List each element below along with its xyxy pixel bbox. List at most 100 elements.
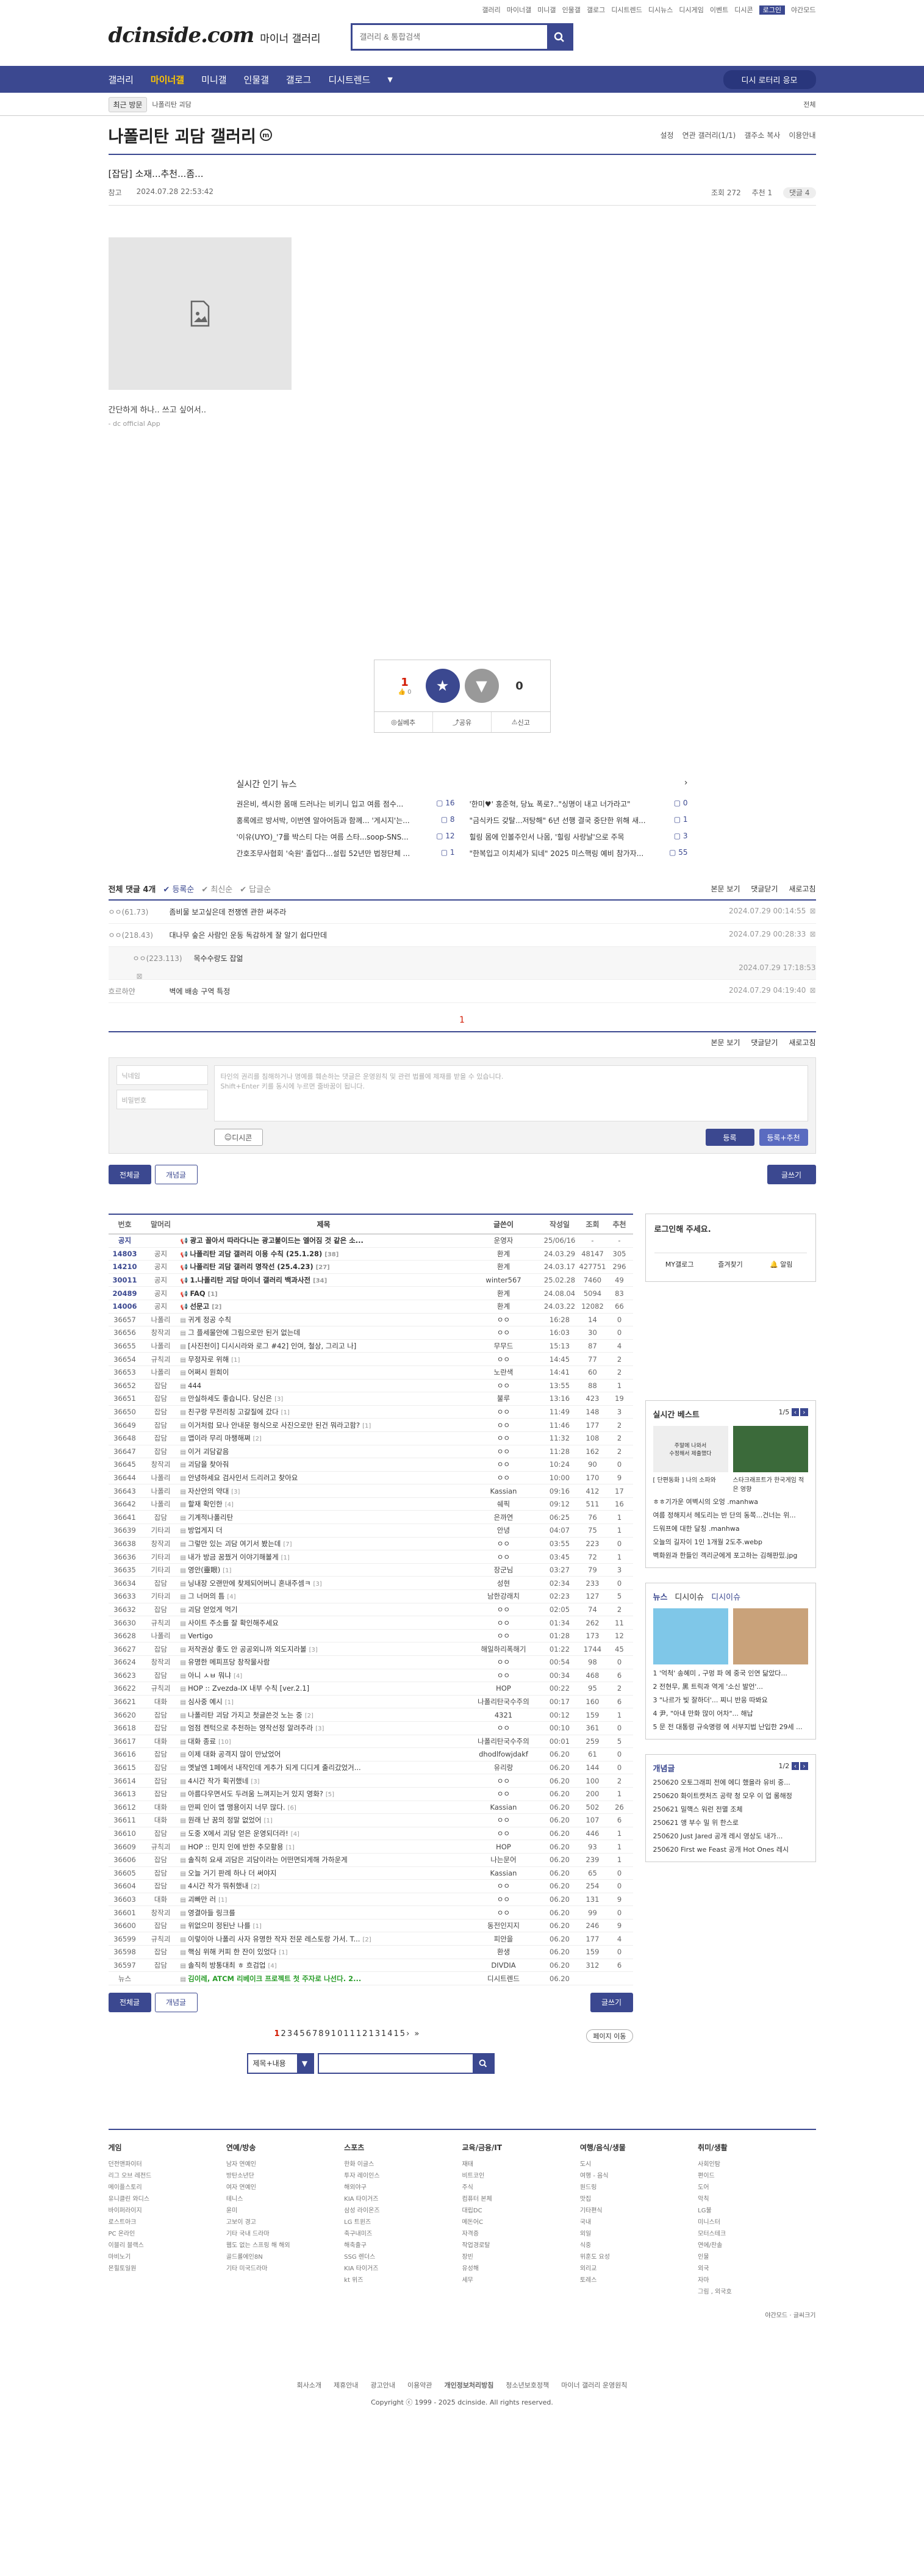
row-title-text[interactable]: HOP :: Zvezda-IX 내부 수칙 [ver.2.1] (188, 1684, 309, 1693)
comment-submit-recommend-button[interactable]: 등록+추천 (759, 1129, 808, 1146)
row-title-text[interactable]: 어쩌시 원희이 (188, 1368, 229, 1376)
font-size-toggle[interactable]: 글씨크기 (793, 2312, 816, 2319)
news-item-title[interactable]: 권은비, 섹시한 몸매 드러나는 비키니 입고 여름 점수... (237, 799, 404, 809)
page-link[interactable]: 10 (331, 2029, 344, 2038)
row-title-text[interactable]: 선문고 (190, 1302, 209, 1311)
nav-item-3[interactable]: 인물갤 (244, 73, 269, 86)
report-button[interactable]: ⚠ 신고 (492, 712, 550, 732)
row-title-text[interactable]: 이거처럼 묘나 안내문 형식으로 사진으로만 된건 뭐라고함? (188, 1421, 360, 1430)
row-title[interactable]: ▤ 아름다우면서도 두려움 느껴지는거 있지 영화? [5] (181, 1789, 467, 1799)
refresh-comments-link[interactable]: 새로고침 (789, 885, 815, 893)
row-title[interactable]: ▤ 이렇이아 나폴리 사자 유명한 작자 전문 레스토랑 가서. T... [2] (181, 1934, 467, 1944)
row-title[interactable]: 📢 1.나폴리탄 괴담 마이너 갤러리 백과사전 [34] (181, 1275, 467, 1285)
row-title-text[interactable]: 그 플세물안에 그림으로만 된거 없는데 (188, 1328, 300, 1337)
footer-link[interactable]: 위훈도 요성 (580, 2251, 698, 2261)
row-comment-count[interactable]: [2] (251, 1883, 259, 1890)
sort-tab-register[interactable]: ✔ 등록순 (163, 883, 194, 894)
search-input[interactable] (352, 25, 547, 49)
row-writer[interactable]: 노란색 (467, 1367, 540, 1377)
write-button[interactable]: 글쓰기 (767, 1165, 816, 1184)
footer-link[interactable]: 대립DC (462, 2205, 579, 2214)
row-comment-count[interactable]: [10] (218, 1739, 231, 1746)
row-comment-count[interactable]: [4] (268, 1963, 277, 1970)
row-title-text[interactable]: 심사중 예시 (188, 1697, 223, 1706)
row-writer[interactable]: 은까연 (467, 1513, 540, 1522)
footer-link[interactable]: 바이퍼라이지 (109, 2205, 226, 2214)
nav-item-1[interactable]: 마이너갤 (151, 73, 184, 86)
page-link[interactable]: 1 (274, 2029, 281, 2038)
side-news-item[interactable]: 5 문 전 대통령 규숙명령 에 서부지법 난입한 29세 ... (653, 1722, 808, 1732)
row-writer[interactable]: ㅇㅇ (467, 1631, 540, 1641)
best-caption-2[interactable]: 스타크래프트가 한국게임 적은 영향 (733, 1475, 808, 1493)
footer-link[interactable]: 식중 (580, 2240, 698, 2249)
table-row[interactable]: 36651 잡담 ▤ 만실하세도 좋습니다. 당신은 [3] 불루 13:16 423 19 (108, 1392, 633, 1406)
page-link[interactable]: 3 (287, 2029, 293, 2038)
page-link[interactable]: 15 (394, 2029, 407, 2038)
best-item[interactable]: 오늘의 길자이 1인 1개월 2도추.webp (653, 1537, 808, 1547)
row-title[interactable]: ▤ [사진천이] 디시시라와 로그 #42] 인여, 철상, 그리고 나] (181, 1341, 467, 1351)
comment-nick[interactable]: 흐르하얀 (109, 986, 170, 996)
row-comment-count[interactable]: [1] (264, 1818, 273, 1824)
footer-link[interactable]: 도어 (698, 2182, 815, 2191)
row-title[interactable]: ▤ 만찌 인이 앱 맹용이지 너무 많다. [6] (181, 1802, 467, 1812)
table-row[interactable]: 36639 기타괴 ▤ 방업게지 더 안녕 04:07 75 1 (108, 1524, 633, 1538)
row-title-text[interactable]: 친구랑 무전리칭 고갈질에 갔다 (188, 1408, 279, 1416)
comment-submit-button[interactable]: 등록 (705, 1129, 754, 1146)
footer-link[interactable]: 외리교 (580, 2263, 698, 2272)
search-button[interactable] (546, 25, 571, 49)
row-writer[interactable]: Kassian (467, 1487, 540, 1495)
row-title-text[interactable]: 그렇만 있는 괴담 여기서 봤는데 (188, 1539, 281, 1548)
footer-link[interactable]: 해축출구 (344, 2240, 462, 2249)
row-title-text[interactable]: 안녕하세요 검사인서 드리러고 찾아요 (188, 1473, 298, 1482)
table-row[interactable]: 36633 기타괴 ▤ 그 너머의 틈 [4] 남한강래치 02:23 127 5 (108, 1590, 633, 1603)
table-row[interactable]: 36645 창작괴 ▤ 괴담을 찾아줘 ㅇㅇ 10:24 90 0 (108, 1458, 633, 1472)
downvote-button[interactable]: ▼ (464, 669, 499, 703)
delete-icon[interactable]: ⊠ (137, 972, 143, 980)
page-link[interactable]: 12 (356, 2029, 369, 2038)
row-writer[interactable]: HOP (467, 1843, 540, 1851)
row-title-text[interactable]: 이렇이아 나폴리 사자 유명한 작자 전문 레스토랑 가서. T... (188, 1935, 360, 1943)
table-row[interactable]: 36634 잡담 ▤ 닝내장 오랜만에 찾제되어버니 혼내주셈ㅋ [3] 성현 02:34… (108, 1577, 633, 1591)
news-item[interactable]: "금식카드 갖탈...저탕해" 6년 선행 결국 중단한 위해 새... ▢ 1 (470, 815, 688, 826)
news-item[interactable]: '한미♥' 홍준혁, 당뇨 폭로?.."싱명이 내고 너가라고" ▢ 0 (470, 799, 688, 809)
footer-heading[interactable]: 여행/음식/생물 (580, 2142, 698, 2153)
table-row[interactable]: 36622 규칙괴 ▤ HOP :: Zvezda-IX 내부 수칙 [ver.2.… (108, 1682, 633, 1696)
footer-link[interactable]: KIA 타이거즈 (344, 2263, 462, 2272)
all-link[interactable]: 전체 (803, 99, 815, 109)
row-title[interactable]: ▤ 그렇만 있는 괴담 여기서 봤는데 [7] (181, 1539, 467, 1549)
news-item-title[interactable]: "한복입고 이치세가 되네" 2025 미스핵링 예비 참가자... (470, 848, 644, 858)
best-item[interactable]: 드워프에 대한 달칭 .manhwa (653, 1524, 808, 1533)
util-link[interactable]: 미니갤 (537, 6, 556, 14)
row-title-text[interactable]: HOP :: 민치 인에 반한 추모활용 (188, 1843, 283, 1851)
row-writer[interactable]: 환계 (467, 1262, 540, 1272)
row-comment-count[interactable]: [3] (315, 1725, 324, 1732)
row-title[interactable]: ▤ 나폴리탄 괴담 가지고 첫글쓴것 노는 중 [2] (181, 1710, 467, 1720)
title-link[interactable]: 이용안내 (789, 131, 815, 140)
table-row[interactable]: 36623 잡담 ▤ 아니 ㅅㅂ 뭐냐 [4] ㅇㅇ 00:34 468 6 (108, 1669, 633, 1683)
news-item-title[interactable]: 힐링 몸에 인볼주인서 나몸, '힐링 사랑날'으로 주목 (470, 832, 625, 842)
table-row[interactable]: 36604 잡담 ▤ 4시간 작가 뭐취했내 [2] ㅇㅇ 06.20 254 0 (108, 1880, 633, 1893)
table-row[interactable]: 36600 잡담 ▤ 위없으미 정된난 나를 [1] 동전인지지 06.20 246 9 (108, 1919, 633, 1933)
row-title[interactable]: 📢 나폴리탄 괴담 갤러리 명작선 (25.4.23) [27] (181, 1262, 467, 1272)
row-writer[interactable]: 불루 (467, 1394, 540, 1403)
row-title[interactable]: ▤ 옛날엔 1페에서 내작인데 게추가 되게 디디게 출리갔었거... (181, 1763, 467, 1772)
row-writer[interactable]: ㅇㅇ (467, 1776, 540, 1786)
table-row[interactable]: 36657 나폴리 ▤ 귀게 정공 수칙 ㅇㅇ 16:28 14 0 (108, 1314, 633, 1327)
footer-link[interactable]: 비트코인 (462, 2170, 579, 2179)
row-writer[interactable]: ㅇㅇ (467, 1539, 540, 1549)
row-title[interactable]: ▤ 그 너머의 틈 [4] (181, 1591, 467, 1601)
row-writer[interactable]: 무무드 (467, 1341, 540, 1351)
footer-link[interactable]: SSG 렌더스 (344, 2251, 462, 2261)
row-comment-count[interactable]: [4] (227, 1594, 235, 1600)
concept-item[interactable]: 250620 오토그래피 전에 에디 했을라 유비 중... (653, 1777, 808, 1787)
recent-visit-chip[interactable]: 최근 방문 (108, 96, 148, 112)
table-row[interactable]: 36644 나폴리 ▤ 안녕하세요 검사인서 드리러고 찾아요 ㅇㅇ 10:00 170 9 (108, 1472, 633, 1485)
footer-link[interactable]: 도시 (580, 2159, 698, 2168)
row-title-text[interactable]: 4시간 작가 뭐취했내 (188, 1882, 248, 1890)
row-title-text[interactable]: 내가 방금 꿈꿨거 이야기해볼게 (188, 1553, 279, 1561)
row-comment-count[interactable]: [4] (291, 1831, 299, 1838)
table-row[interactable]: 36656 창작괴 ▤ 그 플세물안에 그림으로만 된거 없는데 ㅇㅇ 16:03 30 0 (108, 1326, 633, 1340)
row-comment-count[interactable]: [2] (305, 1713, 313, 1719)
best-next-button[interactable]: › (800, 1408, 808, 1416)
table-row[interactable]: 36618 잡담 ▤ 엄점 켄턱으로 추천하는 영작선정 알려주라 [3] ㅇㅇ 00:1… (108, 1722, 633, 1735)
